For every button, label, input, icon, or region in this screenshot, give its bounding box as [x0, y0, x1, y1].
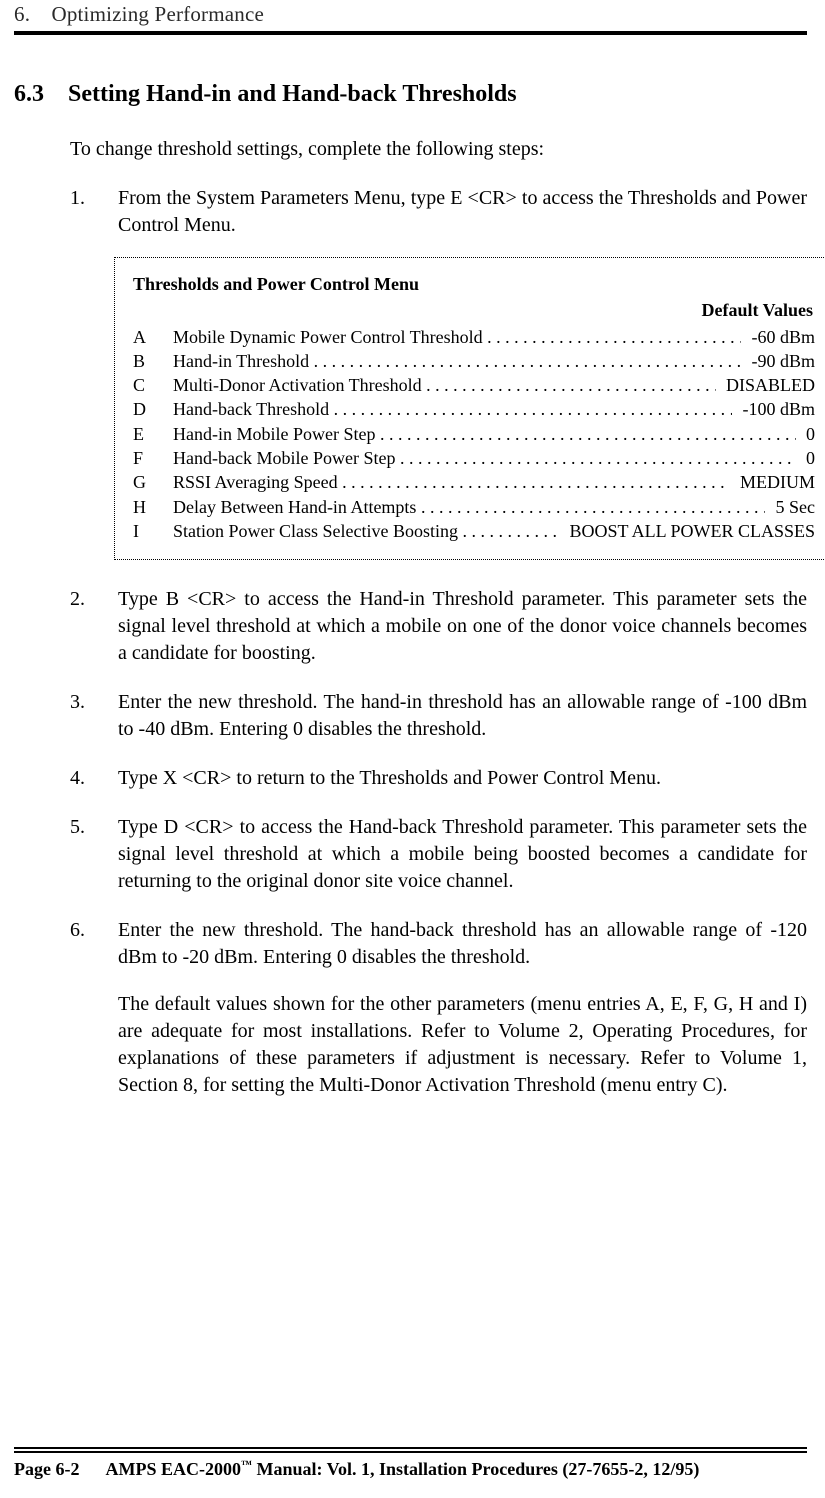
chapter-title: Optimizing Performance	[51, 2, 264, 26]
menu-row: BHand-in Threshold -90 dBm	[133, 349, 815, 373]
header-rule	[14, 31, 807, 35]
menu-value: -60 dBm	[741, 325, 815, 349]
menu-value: MEDIUM	[730, 470, 816, 494]
menu-box: Thresholds and Power Control Menu Defaul…	[114, 257, 825, 560]
menu-row: AMobile Dynamic Power Control Threshold …	[133, 325, 815, 349]
dot-leader	[463, 519, 559, 543]
dot-leader	[426, 373, 715, 397]
menu-label: Hand-in Mobile Power Step	[173, 422, 380, 446]
menu-label: Mobile Dynamic Power Control Threshold	[173, 325, 487, 349]
dot-leader	[487, 325, 741, 349]
menu-label: Station Power Class Selective Boosting	[173, 519, 463, 543]
step-2: Type B <CR> to access the Hand-in Thresh…	[70, 586, 807, 667]
step-3: Enter the new threshold. The hand-in thr…	[70, 689, 807, 743]
menu-key: I	[133, 519, 173, 543]
step-text: Enter the new threshold. The hand-back t…	[118, 919, 807, 968]
menu-row: HDelay Between Hand-in Attempts 5 Sec	[133, 495, 815, 519]
menu-key: E	[133, 422, 173, 446]
menu-key: H	[133, 495, 173, 519]
menu-value: 5 Sec	[765, 495, 815, 519]
menu-label: Multi-Donor Activation Threshold	[173, 373, 426, 397]
menu-label: Hand-in Threshold	[173, 349, 314, 373]
step-text: Type	[118, 816, 164, 838]
menu-row: GRSSI Averaging Speed MEDIUM	[133, 470, 815, 494]
step-6: Enter the new threshold. The hand-back t…	[70, 917, 807, 971]
menu-row: CMulti-Donor Activation Threshold DISABL…	[133, 373, 815, 397]
step-5: Type D <CR> to access the Hand-back Thre…	[70, 814, 807, 895]
manual-info: Manual: Vol. 1, Installation Procedures …	[252, 1459, 699, 1479]
menu-value: 0	[796, 422, 816, 446]
menu-value: -90 dBm	[741, 349, 815, 373]
step-text: Type	[118, 767, 163, 789]
menu-key: B	[133, 349, 173, 373]
menu-row: DHand-back Threshold -100 dBm	[133, 397, 815, 421]
running-header: 6. Optimizing Performance	[14, 2, 807, 27]
menu-key: F	[133, 446, 173, 470]
menu-value: DISABLED	[716, 373, 816, 397]
menu-key: A	[133, 325, 173, 349]
note-paragraph: The default values shown for the other p…	[70, 991, 807, 1099]
step-4: Type X <CR> to return to the Thresholds …	[70, 765, 807, 792]
menu-label: RSSI Averaging Speed	[173, 470, 342, 494]
dot-leader	[421, 495, 765, 519]
menu-label: Hand-back Threshold	[173, 397, 334, 421]
section-heading: 6.3 Setting Hand-in and Hand-back Thresh…	[14, 81, 807, 108]
menu-key: G	[133, 470, 173, 494]
menu-value: 0	[796, 446, 816, 470]
intro-text: To change threshold settings, complete t…	[70, 136, 807, 163]
step-text: Enter the new threshold. The hand-in thr…	[118, 691, 807, 740]
step-text: to return to the Thresholds and Power Co…	[231, 767, 661, 789]
section-title: Setting Hand-in and Hand-back Thresholds	[68, 81, 517, 107]
menu-key: C	[133, 373, 173, 397]
manual-name: AMPS EAC-2000	[106, 1459, 242, 1479]
command-text: X <CR>	[163, 767, 232, 789]
chapter-number: 6.	[14, 2, 46, 27]
dot-leader	[314, 349, 741, 373]
menu-default-header: Default Values	[133, 298, 815, 322]
menu-key: D	[133, 397, 173, 421]
step-text: Type	[118, 588, 166, 610]
dot-leader	[342, 470, 729, 494]
menu-label: Hand-back Mobile Power Step	[173, 446, 400, 470]
menu-value: -100 dBm	[732, 397, 815, 421]
command-text: D <CR>	[164, 816, 234, 838]
menu-row: FHand-back Mobile Power Step 0	[133, 446, 815, 470]
step-text: From the System Parameters Menu, type	[118, 187, 450, 209]
menu-value: BOOST ALL POWER CLASSES	[559, 519, 815, 543]
menu-row: IStation Power Class Selective Boosting …	[133, 519, 815, 543]
trademark-symbol: ™	[241, 1459, 252, 1471]
dot-leader	[380, 422, 796, 446]
page-number: Page 6-2	[14, 1459, 79, 1479]
page-footer: Page 6-2 AMPS EAC-2000™ Manual: Vol. 1, …	[14, 1447, 807, 1480]
menu-title: Thresholds and Power Control Menu	[133, 272, 815, 296]
dot-leader	[334, 397, 732, 421]
step-1: From the System Parameters Menu, type E …	[70, 185, 807, 560]
section-number: 6.3	[14, 81, 62, 108]
footer-rule	[14, 1447, 807, 1453]
dot-leader	[400, 446, 796, 470]
menu-label: Delay Between Hand-in Attempts	[173, 495, 421, 519]
menu-row: EHand-in Mobile Power Step 0	[133, 422, 815, 446]
command-text: E <CR>	[450, 187, 517, 209]
command-text: B <CR>	[166, 588, 237, 610]
steps-list: From the System Parameters Menu, type E …	[70, 185, 807, 971]
